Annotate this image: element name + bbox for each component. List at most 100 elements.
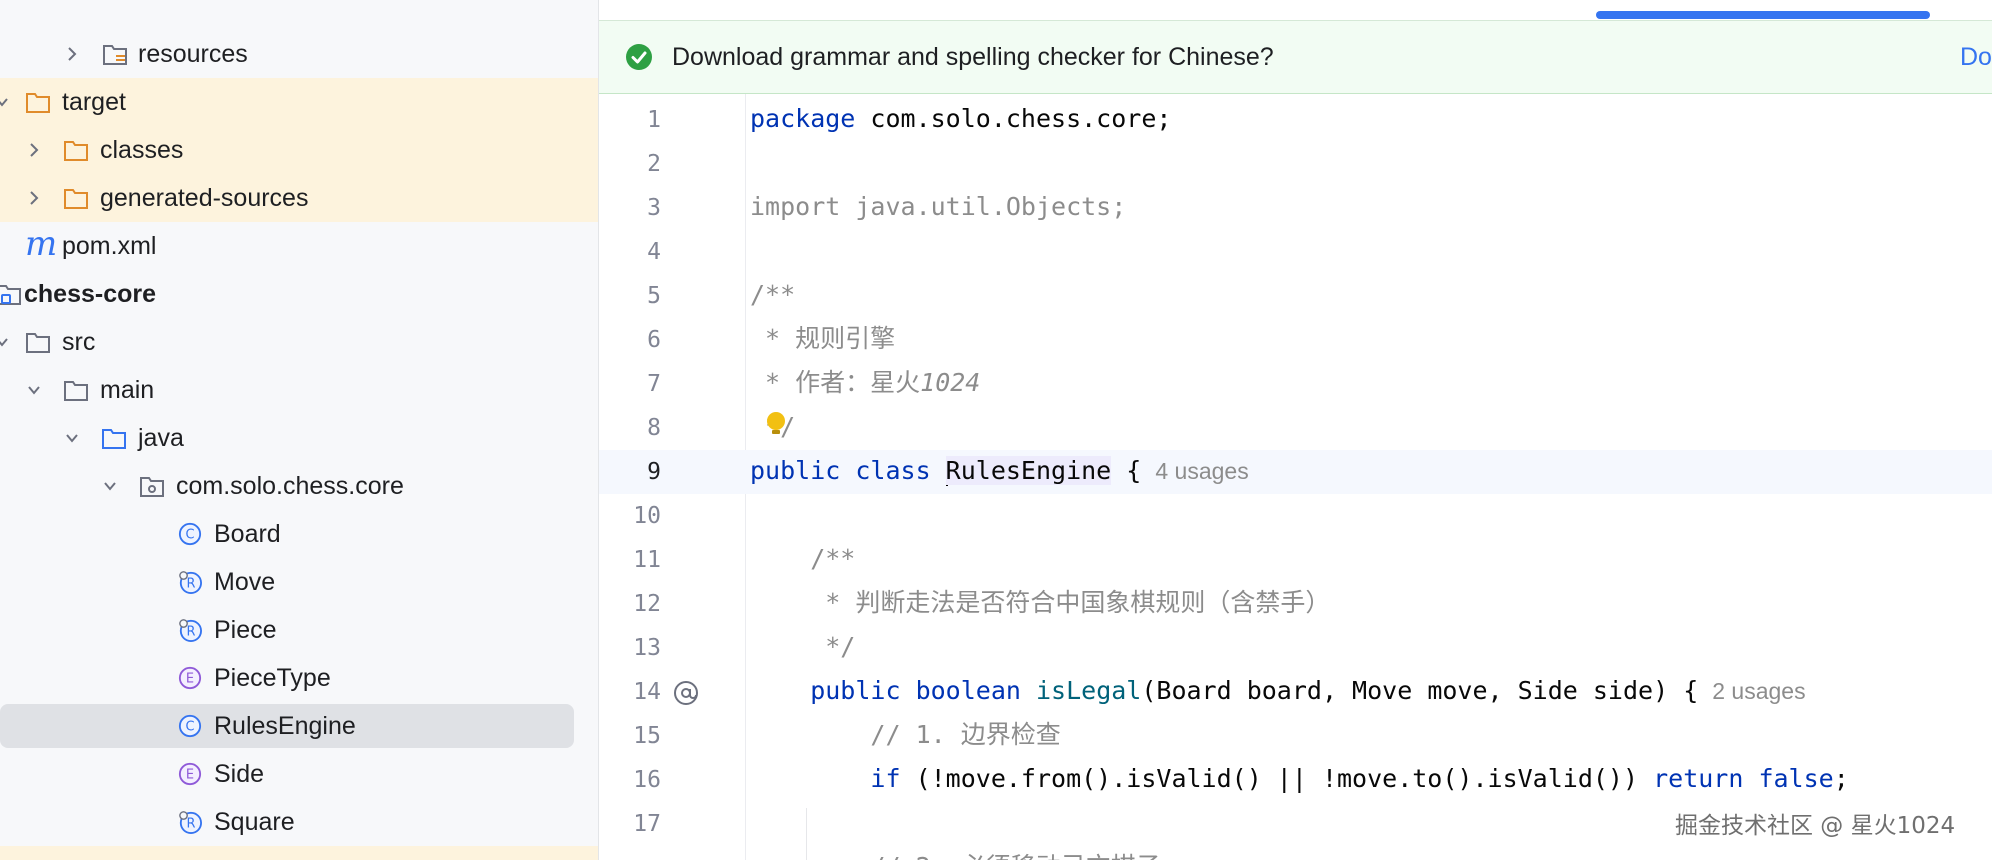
code-text: * 作者：星火1024 bbox=[750, 368, 980, 398]
tree-item-piece[interactable]: R Piece bbox=[0, 606, 598, 654]
tree-item-main[interactable]: main bbox=[0, 366, 598, 414]
code-line[interactable]: 7 * 作者：星火1024 bbox=[599, 362, 1992, 406]
line-number: 10 bbox=[633, 503, 661, 529]
tree-item-label: java bbox=[138, 424, 184, 452]
code-token: return false bbox=[1653, 764, 1834, 793]
tree-item-move[interactable]: R Move bbox=[0, 558, 598, 606]
code-line[interactable]: 15 // 1. 边界检查 bbox=[599, 714, 1992, 758]
code-token: { bbox=[1111, 456, 1142, 485]
code-line[interactable]: // 2. 必须移动己方棋子 bbox=[599, 846, 1992, 860]
svg-text:R: R bbox=[186, 577, 195, 592]
chevron-down-icon[interactable] bbox=[64, 429, 80, 447]
code-line-current[interactable]: 9 public class RulesEngine {4 usages bbox=[599, 450, 1992, 494]
code-token: (Board board, Move move, Side side) { bbox=[1141, 676, 1699, 705]
tree-item-label: src bbox=[62, 328, 96, 356]
active-tab-indicator bbox=[1596, 11, 1930, 19]
code-text: public boolean isLegal(Board board, Move… bbox=[750, 676, 1805, 706]
usages-hint[interactable]: 4 usages bbox=[1155, 458, 1248, 484]
code-text: */ bbox=[750, 632, 856, 661]
class-icon: C bbox=[178, 714, 202, 738]
code-token: public boolean bbox=[750, 676, 1036, 705]
code-line[interactable]: 14 public boolean isLegal(Board board, M… bbox=[599, 670, 1992, 714]
indent-guide bbox=[806, 808, 807, 860]
tree-item-label: pom.xml bbox=[62, 232, 157, 260]
tree-item-label: Square bbox=[214, 808, 295, 836]
svg-text:R: R bbox=[186, 817, 195, 832]
enum-icon: E bbox=[178, 762, 202, 786]
code-text: public class RulesEngine {4 usages bbox=[750, 456, 1249, 486]
chevron-down-icon[interactable] bbox=[0, 333, 10, 351]
tree-item-side[interactable]: E Side bbox=[0, 750, 598, 798]
tree-item-classes[interactable]: classes bbox=[0, 126, 598, 174]
code-line[interactable]: 8 */ bbox=[599, 406, 1992, 450]
code-token: com.solo.chess.core; bbox=[855, 104, 1172, 133]
tree-item-chess-core[interactable]: chess-core bbox=[0, 270, 598, 318]
tree-item-label: main bbox=[100, 376, 155, 404]
project-tree-panel: resources target classes generated-sourc… bbox=[0, 0, 599, 860]
line-number: 5 bbox=[647, 283, 661, 309]
tree-item-pom-xml[interactable]: m pom.xml bbox=[0, 222, 598, 270]
code-text: // 1. 边界检查 bbox=[750, 720, 1061, 749]
tree-item-label: target bbox=[62, 88, 126, 116]
source-folder-icon bbox=[102, 429, 126, 449]
line-number: 7 bbox=[647, 371, 661, 397]
code-line[interactable]: 13 */ bbox=[599, 626, 1992, 670]
chevron-down-icon[interactable] bbox=[0, 93, 10, 111]
editor-tab-strip bbox=[599, 0, 1992, 20]
code-line[interactable]: 12 * 判断走法是否符合中国象棋规则（含禁手） bbox=[599, 582, 1992, 626]
check-circle-icon bbox=[626, 44, 652, 70]
code-text: import java.util.Objects; bbox=[750, 192, 1127, 221]
tree-item-package[interactable]: com.solo.chess.core bbox=[0, 462, 598, 510]
code-token: package bbox=[750, 104, 856, 133]
usages-hint[interactable]: 2 usages bbox=[1712, 678, 1805, 704]
chevron-down-icon[interactable] bbox=[26, 381, 42, 399]
tree-item-java[interactable]: java bbox=[0, 414, 598, 462]
code-line[interactable]: 1 package com.solo.chess.core; bbox=[599, 98, 1992, 142]
line-number: 1 bbox=[647, 107, 661, 133]
code-line[interactable]: 5 /** bbox=[599, 274, 1992, 318]
implements-at-icon[interactable] bbox=[672, 679, 700, 707]
line-number: 4 bbox=[647, 239, 661, 265]
tree-item-piecetype[interactable]: E PieceType bbox=[0, 654, 598, 702]
chevron-right-icon[interactable] bbox=[26, 141, 42, 159]
notification-download-link[interactable]: Do bbox=[1960, 43, 1992, 71]
tree-item-board[interactable]: C Board bbox=[0, 510, 598, 558]
lightbulb-icon[interactable] bbox=[765, 410, 787, 440]
code-line[interactable]: 4 bbox=[599, 230, 1992, 274]
code-text: * 规则引擎 bbox=[750, 324, 896, 353]
code-text: /** bbox=[750, 280, 796, 309]
code-token: (!move.from().isValid() || !move.to().is… bbox=[900, 764, 1654, 793]
tree-item-target[interactable]: target bbox=[0, 78, 598, 126]
tree-item-rulesengine[interactable]: C RulesEngine bbox=[0, 702, 598, 750]
tree-item-partial[interactable] bbox=[0, 846, 598, 860]
code-line[interactable]: 2 bbox=[599, 142, 1992, 186]
code-line[interactable]: 3 import java.util.Objects; bbox=[599, 186, 1992, 230]
chevron-right-icon[interactable] bbox=[64, 45, 80, 63]
tree-item-generated-sources[interactable]: generated-sources bbox=[0, 174, 598, 222]
svg-text:C: C bbox=[185, 720, 194, 735]
code-line[interactable]: 11 /** bbox=[599, 538, 1992, 582]
chevron-right-icon[interactable] bbox=[26, 189, 42, 207]
line-number: 16 bbox=[633, 767, 661, 793]
line-number: 13 bbox=[633, 635, 661, 661]
tree-item-square[interactable]: R Square bbox=[0, 798, 598, 846]
code-text: * 判断走法是否符合中国象棋规则（含禁手） bbox=[750, 588, 1331, 617]
code-line[interactable]: 10 bbox=[599, 494, 1992, 538]
notification-message: Download grammar and spelling checker fo… bbox=[672, 43, 1274, 71]
enum-icon: E bbox=[178, 666, 202, 690]
tree-item-resources[interactable]: resources bbox=[0, 30, 598, 78]
chevron-down-icon[interactable] bbox=[102, 477, 118, 495]
code-text: // 2. 必须移动己方棋子 bbox=[750, 852, 1160, 860]
code-line[interactable]: 16 if (!move.from().isValid() || !move.t… bbox=[599, 758, 1992, 802]
folder-orange-icon bbox=[64, 189, 88, 209]
code-line[interactable]: 6 * 规则引擎 bbox=[599, 318, 1992, 362]
tree-item-label: com.solo.chess.core bbox=[176, 472, 404, 500]
tree-item-src[interactable]: src bbox=[0, 318, 598, 366]
folder-orange-icon bbox=[64, 141, 88, 161]
code-text: if (!move.from().isValid() || !move.to()… bbox=[750, 764, 1849, 794]
code-token: ; bbox=[1833, 764, 1849, 793]
code-token: 1024 bbox=[920, 368, 981, 397]
code-editor[interactable]: Download grammar and spelling checker fo… bbox=[599, 0, 1992, 860]
watermark: 掘金技术社区 @ 星火1024 bbox=[1675, 813, 1956, 839]
tree-item-label: chess-core bbox=[24, 280, 157, 308]
